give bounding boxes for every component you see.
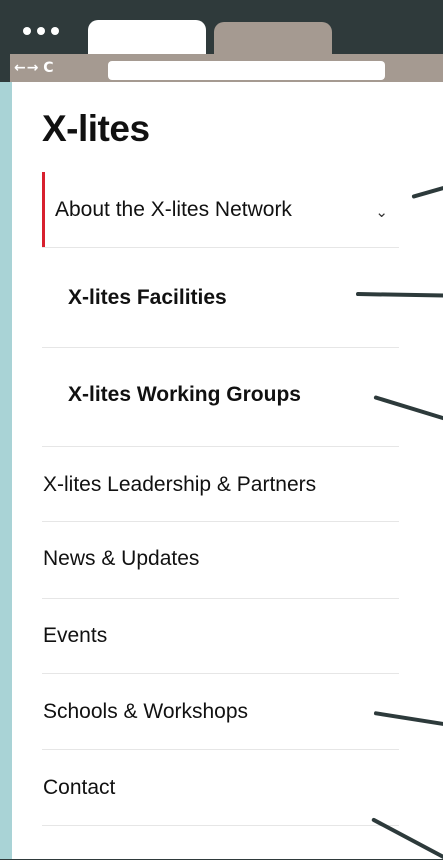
menu-item-label: X-lites Working Groups <box>68 383 301 406</box>
menu-item-news[interactable]: News & Updates <box>42 521 399 599</box>
menu-item-label: News & Updates <box>43 547 200 570</box>
maximize-dot-icon[interactable] <box>51 27 59 35</box>
menu-item-schools[interactable]: Schools & Workshops <box>42 673 399 750</box>
menu-item-label: Contact <box>43 776 116 799</box>
chevron-down-icon[interactable]: ⌄ <box>375 203 388 221</box>
back-forward-refresh-icons[interactable]: ←→ C <box>14 60 55 76</box>
menu-item-label: Events <box>43 624 108 647</box>
nav-menu: About the X-lites Network ⌄ X-lites Faci… <box>12 82 443 859</box>
menu-item-label: About the X-lites Network <box>55 198 292 221</box>
menu-item-label: X-lites Facilities <box>68 286 227 309</box>
browser-tab-inactive[interactable] <box>214 22 332 54</box>
browser-chrome: ←→ C <box>0 0 443 82</box>
page-content: X-lites About the X-lites Network ⌄ X-li… <box>12 82 443 859</box>
menu-item-leadership[interactable]: X-lites Leadership & Partners <box>42 446 399 522</box>
menu-item-working-groups[interactable]: X-lites Working Groups <box>42 347 399 447</box>
minimize-dot-icon[interactable] <box>37 27 45 35</box>
menu-item-about[interactable]: About the X-lites Network ⌄ <box>42 172 399 248</box>
menu-item-label: Schools & Workshops <box>43 700 249 723</box>
address-bar[interactable] <box>108 61 385 80</box>
side-accent-strip <box>0 82 12 859</box>
menu-item-events[interactable]: Events <box>42 598 399 674</box>
menu-item-contact[interactable]: Contact <box>42 749 399 826</box>
close-dot-icon[interactable] <box>23 27 31 35</box>
browser-tab-active[interactable] <box>88 20 206 54</box>
window-controls <box>23 27 59 35</box>
menu-item-facilities[interactable]: X-lites Facilities <box>42 247 399 348</box>
menu-item-label: X-lites Leadership & Partners <box>43 473 317 496</box>
